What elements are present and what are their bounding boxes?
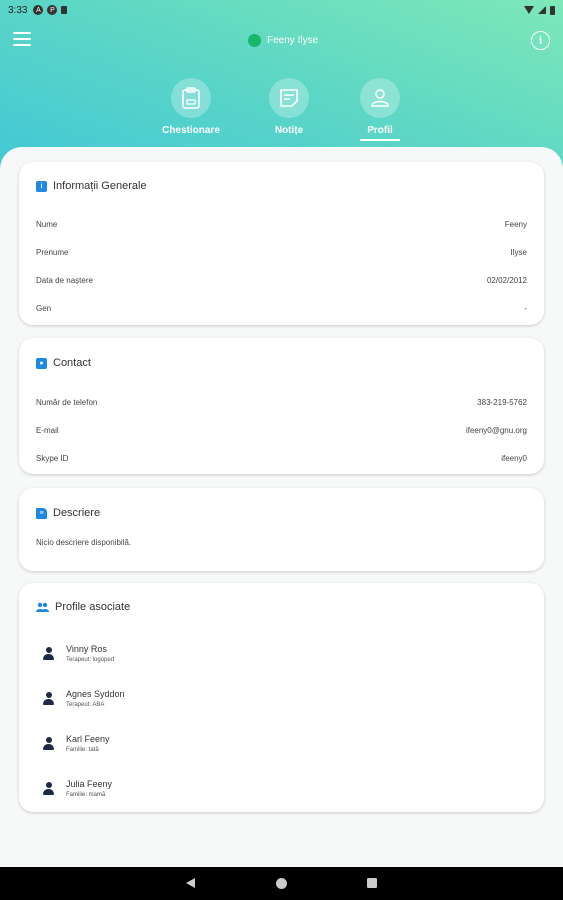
clipboard-icon (171, 78, 211, 118)
status-time: 3:33 (8, 4, 28, 16)
status-bar: 3:33 A P (0, 0, 563, 20)
active-tab-indicator (360, 139, 400, 141)
card-title: Descriere (53, 507, 101, 519)
associated-profile-item[interactable]: Agnes Syddon Terapeut: ABA (19, 676, 544, 721)
profile-name: Vinny Ros (66, 644, 107, 654)
card-title: Contact (53, 357, 91, 369)
tab-notite[interactable]: Notițe (249, 78, 329, 136)
back-icon[interactable] (186, 878, 195, 888)
person-icon (43, 737, 54, 750)
card-header: ● Contact (19, 338, 544, 388)
card-header: ≡ Descriere (19, 488, 544, 538)
profile-title: Feeny Ilyse (248, 34, 318, 47)
notification-icon: P (47, 5, 58, 15)
tab-label: Notițe (274, 125, 304, 136)
profile-role: Terapeut: logoped (66, 657, 115, 663)
associated-profiles-card: Profile asociate Vinny Ros Terapeut: logo… (19, 583, 544, 812)
field-value: 02/02/2012 (486, 275, 527, 285)
contact-card: ● Contact Număr de telefon 383-219-5762 E… (19, 338, 544, 474)
field-label: Skype ID (36, 453, 69, 463)
info-row: Prenume Ilyse (19, 238, 544, 266)
associated-profile-item[interactable]: Julia Feeny Familie: mamă (19, 766, 544, 811)
field-label: Număr de telefon (36, 397, 98, 407)
notification-icon: A (33, 5, 44, 15)
description-text: Nicio descriere disponibilă. (36, 538, 132, 547)
field-value: Ilyse (510, 247, 527, 257)
profile-name: Julia Feeny (66, 779, 113, 789)
field-value: - (524, 303, 527, 313)
field-value: 383-219-5762 (477, 397, 527, 407)
info-row: Gen - (19, 294, 544, 322)
card-header: i Informații Generale (19, 162, 544, 210)
card-header: Profile asociate (19, 583, 544, 631)
person-icon (43, 647, 54, 660)
field-value: Feeny (504, 219, 527, 229)
description-card: ≡ Descriere Nicio descriere disponibilă. (19, 488, 544, 571)
field-value: ifeeny0 (501, 453, 527, 463)
general-info-card: i Informații Generale Nume Feeny Prenume I… (19, 162, 544, 325)
field-label: Gen (36, 303, 52, 313)
card-title: Informații Generale (53, 180, 147, 192)
app-bar: Feeny Ilyse i (0, 28, 563, 54)
person-icon (360, 78, 400, 118)
info-row: Număr de telefon 383-219-5762 (19, 388, 544, 416)
associated-profile-item[interactable]: Vinny Ros Terapeut: logoped (19, 631, 544, 676)
info-row: E-mail ifeeny0@gnu.org (19, 416, 544, 444)
field-label: Prenume (36, 247, 69, 257)
info-row: Data de naștere 02/02/2012 (19, 266, 544, 294)
online-status-indicator (248, 34, 261, 47)
home-icon[interactable] (276, 878, 287, 889)
battery-icon (550, 5, 555, 15)
field-label: Nume (36, 219, 58, 229)
person-icon (43, 692, 54, 705)
sd-card-icon (61, 6, 68, 14)
field-label: E-mail (36, 425, 59, 435)
tab-chestionare[interactable]: Chestionare (151, 78, 231, 136)
menu-icon[interactable] (13, 32, 31, 48)
people-icon (36, 602, 49, 612)
contact-icon: ● (36, 357, 47, 369)
card-title: Profile asociate (55, 601, 131, 613)
tab-profil[interactable]: Profil (340, 78, 420, 141)
profile-role: Familie: mamă (66, 792, 106, 798)
associated-profile-item[interactable]: Karl Feeny Familie: tată (19, 721, 544, 766)
profile-name: Agnes Syddon (66, 689, 125, 699)
field-label: Data de naștere (36, 275, 93, 285)
system-nav-bar (0, 867, 563, 900)
page-title: Feeny Ilyse (267, 35, 319, 46)
id-card-icon: i (36, 180, 47, 192)
recents-icon[interactable] (367, 878, 377, 888)
info-icon[interactable]: i (531, 31, 550, 50)
signal-icon (538, 6, 546, 14)
profile-name: Karl Feeny (66, 734, 110, 744)
field-value: ifeeny0@gnu.org (465, 425, 527, 435)
document-icon: ≡ (36, 507, 47, 519)
profile-role: Terapeut: ABA (66, 702, 105, 708)
person-icon (43, 782, 54, 795)
tab-label: Chestionare (162, 125, 220, 136)
profile-role: Familie: tată (66, 747, 99, 753)
info-row: Skype ID ifeeny0 (19, 444, 544, 472)
info-row: Nume Feeny (19, 210, 544, 238)
note-icon (269, 78, 309, 118)
wifi-icon (524, 6, 534, 14)
tab-label: Profil (367, 125, 393, 136)
